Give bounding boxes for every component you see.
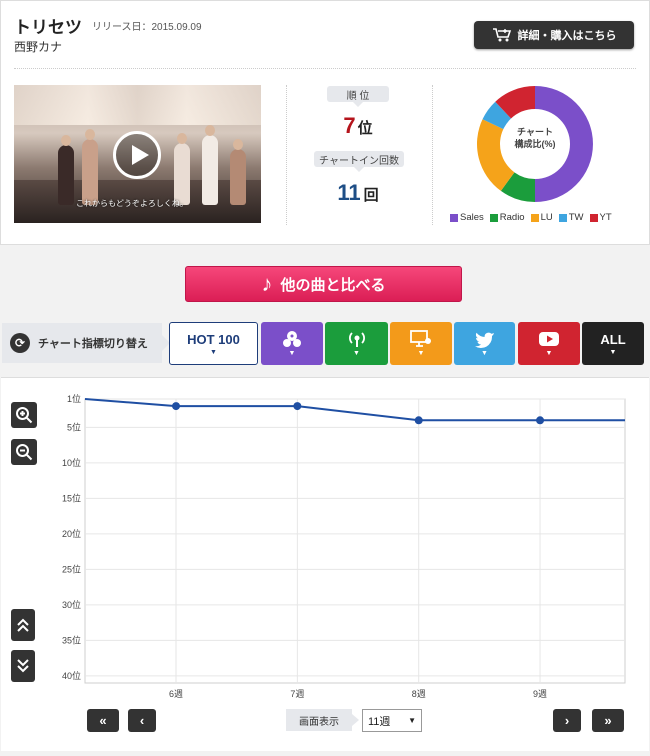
x-tick-label: 8週 [412, 689, 426, 699]
last-page-button[interactable]: » [592, 709, 624, 732]
y-tick-label: 15位 [62, 492, 81, 503]
rank-point[interactable] [293, 402, 302, 411]
y-tick-label: 30位 [62, 599, 81, 610]
y-tick-label: 1位 [67, 393, 81, 404]
scroll-up-button[interactable] [11, 609, 35, 641]
y-tick-label: 25位 [62, 563, 81, 574]
y-tick-label: 5位 [67, 421, 81, 432]
double-chevron-left-icon: « [99, 713, 107, 728]
rank-point[interactable] [172, 402, 181, 411]
week-range-value: 11週 [368, 715, 391, 728]
next-page-button[interactable]: › [553, 709, 581, 732]
x-tick-label: 6週 [169, 689, 183, 699]
chevron-right-icon: › [564, 713, 570, 728]
double-chevron-right-icon: » [604, 713, 612, 728]
y-tick-label: 40位 [62, 670, 81, 681]
zoom-out-icon [16, 444, 33, 461]
display-range-label: 画面表示 [286, 709, 359, 731]
rank-line-chart: 1位 5位 10位 15位 20位 25位 30位 35位 40位 6週 7週 8週 9週 [62, 393, 626, 699]
prev-page-button[interactable]: ‹ [128, 709, 156, 732]
double-chevron-up-icon [17, 618, 29, 632]
week-range-select[interactable]: 11週 ▼ [362, 709, 422, 732]
zoom-out-button[interactable] [11, 439, 37, 465]
first-page-button[interactable]: « [87, 709, 119, 732]
y-tick-label: 35位 [62, 634, 81, 645]
rank-point[interactable] [414, 416, 423, 425]
chevron-left-icon: ‹ [139, 713, 145, 728]
x-tick-label: 7週 [290, 689, 304, 699]
double-chevron-down-icon [17, 659, 29, 673]
caret-down-icon: ▼ [408, 716, 416, 725]
scroll-down-button[interactable] [11, 650, 35, 682]
x-tick-label: 9週 [533, 689, 547, 699]
y-tick-label: 10位 [62, 457, 81, 468]
rank-point[interactable] [536, 416, 545, 425]
zoom-in-icon [16, 407, 33, 424]
zoom-in-button[interactable] [11, 402, 37, 428]
y-tick-label: 20位 [62, 528, 81, 539]
